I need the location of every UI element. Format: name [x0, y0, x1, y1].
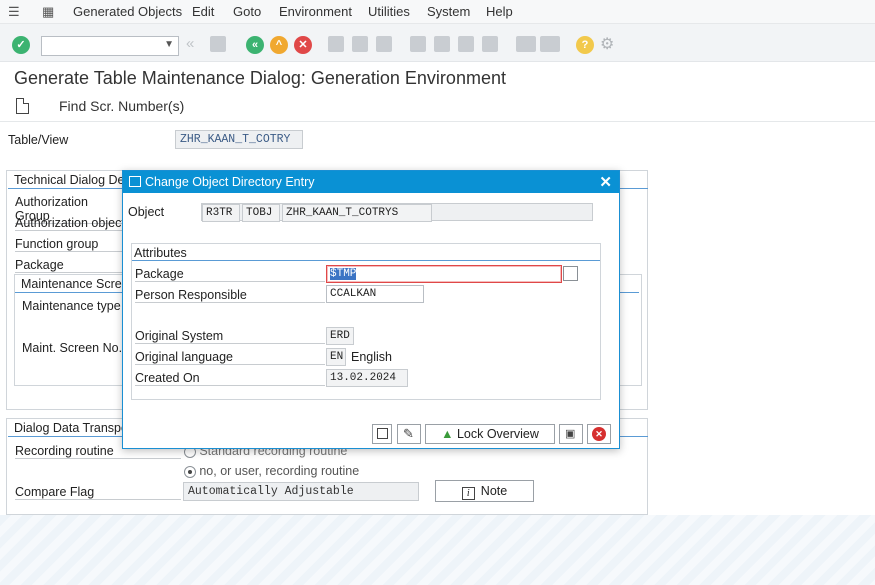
find-next-icon[interactable]	[376, 36, 392, 52]
function-group-label: Function group	[15, 237, 125, 252]
menu-utilities[interactable]: Utilities	[368, 4, 410, 19]
dialog-title: Change Object Directory Entry	[145, 175, 315, 189]
save-button[interactable]	[372, 424, 392, 444]
maintenance-screen-title: Maintenance Scree	[21, 277, 129, 291]
local-object-button[interactable]: ✎	[397, 424, 421, 444]
document-icon[interactable]	[16, 98, 29, 114]
dialog-window-icon	[129, 176, 141, 187]
back-icon[interactable]: «	[246, 36, 264, 54]
transport-button[interactable]: ▣	[559, 424, 583, 444]
lock-overview-icon: ▲	[441, 427, 454, 441]
background-pattern	[0, 515, 875, 585]
package-label: Package	[135, 267, 325, 282]
group-divider	[132, 260, 600, 261]
save-icon	[377, 428, 388, 439]
radio-user-label: no, or user, recording routine	[199, 464, 360, 478]
package-label: Package	[15, 258, 125, 273]
find-icon[interactable]	[352, 36, 368, 52]
radio-button-selected[interactable]	[184, 465, 196, 478]
change-object-directory-dialog: Change Object Directory Entry ✕ Object R…	[122, 170, 620, 449]
note-button-label: Note	[480, 484, 508, 498]
original-language-label: Original language	[135, 350, 325, 365]
cancel-icon: ✕	[592, 427, 606, 441]
command-field[interactable]: ▼	[41, 36, 179, 56]
object-pgmid-field: R3TR	[202, 204, 240, 222]
table-view-label: Table/View	[8, 133, 69, 147]
person-responsible-label: Person Responsible	[135, 288, 325, 303]
shortcut-icon[interactable]	[540, 36, 560, 52]
transport-icon: ▣	[565, 428, 576, 440]
maint-screen-no-label: Maint. Screen No.	[22, 341, 123, 355]
object-label: Object	[128, 205, 165, 219]
original-language-name: English	[351, 350, 392, 364]
exit-icon[interactable]: ^	[270, 36, 288, 54]
menu-generated-objects[interactable]: Generated Objects	[73, 4, 182, 19]
lock-overview-button[interactable]: ▲ Lock Overview	[425, 424, 555, 444]
menu-help[interactable]: Help	[486, 4, 513, 19]
close-icon[interactable]: ✕	[599, 173, 612, 191]
local-object-icon: ✎	[403, 426, 414, 441]
print-icon[interactable]	[328, 36, 344, 52]
original-language-code: EN	[326, 348, 346, 366]
next-page-icon[interactable]	[458, 36, 474, 52]
menu-edit[interactable]: Edit	[192, 4, 214, 19]
compare-flag-field: Automatically Adjustable	[183, 482, 419, 501]
info-icon: i	[461, 487, 475, 500]
help-icon[interactable]: ?	[576, 36, 594, 54]
authorization-object-label: Authorization object	[15, 216, 125, 231]
system-menu-icon[interactable]: ☰	[8, 4, 20, 20]
original-system-label: Original System	[135, 329, 325, 344]
lock-overview-label: Lock Overview	[456, 427, 539, 441]
menu-bar: ☰ ▦ Generated Objects Edit Goto Environm…	[0, 0, 875, 24]
dialog-data-transport-title: Dialog Data Transpo	[14, 421, 128, 435]
created-on-label: Created On	[135, 371, 325, 386]
page-title: Generate Table Maintenance Dialog: Gener…	[14, 68, 506, 88]
back-arrows-icon: «	[186, 35, 195, 52]
package-value: $TMP	[330, 268, 357, 280]
attributes-title: Attributes	[134, 246, 187, 260]
menu-environment[interactable]: Environment	[279, 4, 352, 19]
person-responsible-input[interactable]: CCALKAN	[326, 285, 424, 303]
find-screen-numbers-button[interactable]: Find Scr. Number(s)	[59, 98, 184, 114]
object-name-field: ZHR_KAAN_T_COTRYS	[282, 204, 432, 222]
value-help-icon[interactable]	[563, 266, 578, 281]
previous-page-icon[interactable]	[434, 36, 450, 52]
menu-goto[interactable]: Goto	[233, 4, 261, 19]
first-page-icon[interactable]	[410, 36, 426, 52]
table-view-field[interactable]: ZHR_KAAN_T_COTRY	[175, 130, 303, 149]
object-type-field: TOBJ	[242, 204, 280, 222]
program-menu-icon[interactable]: ▦	[42, 4, 54, 20]
technical-dialog-title: Technical Dialog Det	[14, 173, 128, 187]
chevron-down-icon[interactable]: ▼	[164, 39, 174, 50]
compare-flag-label: Compare Flag	[15, 485, 181, 500]
maintenance-type-label: Maintenance type	[22, 299, 121, 313]
standard-toolbar: ✓ ▼ « « ^ ✕ ? ⚙	[0, 24, 875, 62]
create-session-icon[interactable]	[516, 36, 536, 52]
application-toolbar: Find Scr. Number(s)	[0, 92, 875, 122]
radio-user-routine[interactable]: no, or user, recording routine	[184, 464, 359, 478]
enter-check-icon[interactable]: ✓	[12, 36, 30, 54]
save-icon[interactable]	[210, 36, 226, 52]
dialog-title-bar: Change Object Directory Entry ✕	[123, 171, 619, 193]
original-system-field: ERD	[326, 327, 354, 345]
package-input[interactable]: $TMP	[326, 265, 562, 283]
note-button[interactable]: i Note	[435, 480, 534, 502]
cancel-icon[interactable]: ✕	[294, 36, 312, 54]
created-on-field: 13.02.2024	[326, 369, 408, 387]
menu-system[interactable]: System	[427, 4, 470, 19]
cancel-button[interactable]: ✕	[587, 424, 611, 444]
gear-icon[interactable]: ⚙	[600, 34, 614, 54]
last-page-icon[interactable]	[482, 36, 498, 52]
